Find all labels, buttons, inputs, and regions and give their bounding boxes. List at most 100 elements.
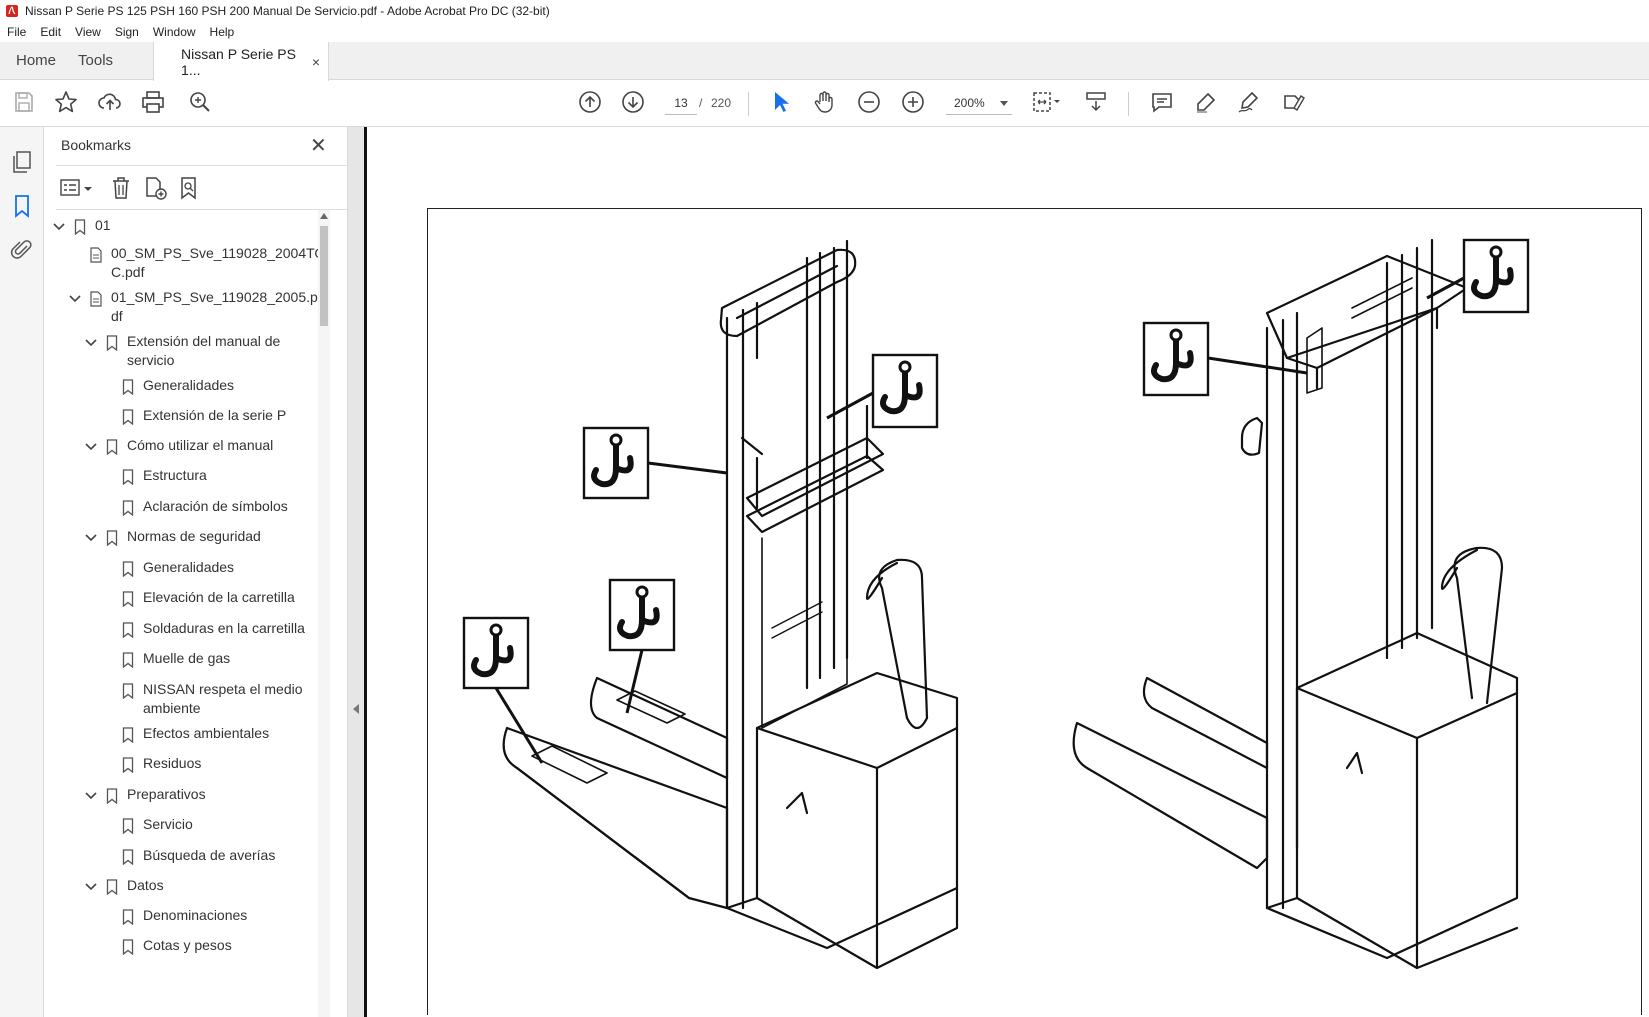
bookmark-item[interactable]: Generalidades bbox=[44, 377, 320, 402]
bookmark-item[interactable]: Residuos bbox=[44, 754, 320, 780]
bookmark-label-line: Generalidades bbox=[143, 559, 235, 575]
tab-home[interactable]: Home bbox=[0, 42, 72, 79]
tab-document[interactable]: Nissan P Serie PS 1... × bbox=[153, 42, 330, 81]
bookmark-icon bbox=[122, 909, 134, 925]
scroll-mode-icon[interactable] bbox=[1083, 89, 1109, 115]
page-number-input[interactable]: 13 bbox=[665, 91, 697, 115]
bookmark-label-line: NISSAN respeta el medio bbox=[143, 681, 303, 697]
bookmark-item[interactable]: Denominaciones bbox=[44, 907, 320, 932]
close-icon[interactable]: ✕ bbox=[310, 133, 327, 158]
bookmark-icon bbox=[106, 439, 118, 455]
page-up-icon[interactable] bbox=[577, 89, 603, 115]
upload-icon[interactable] bbox=[97, 89, 123, 115]
bookmark-item[interactable]: Búsqueda de averías bbox=[44, 847, 320, 872]
menu-help[interactable]: Help bbox=[210, 25, 235, 39]
bookmark-options-icon[interactable] bbox=[60, 177, 96, 199]
bookmark-item[interactable]: Cotas y pesos bbox=[44, 936, 320, 962]
window-title: Nissan P Serie PS 125 PSH 160 PSH 200 Ma… bbox=[25, 4, 550, 18]
divider bbox=[56, 165, 376, 166]
bookmark-item[interactable]: Extensión de la serie P bbox=[44, 407, 320, 432]
attachment-icon[interactable] bbox=[10, 238, 34, 262]
scroll-up-icon[interactable] bbox=[320, 213, 328, 219]
bookmark-item[interactable]: Generalidades bbox=[44, 559, 320, 584]
bookmark-item[interactable]: 01_SM_PS_Sve_119028_2005.p df bbox=[44, 289, 320, 330]
scrollbar-thumb[interactable] bbox=[320, 226, 328, 326]
fill-sign-icon[interactable] bbox=[1281, 89, 1307, 115]
tab-tools[interactable]: Tools bbox=[72, 42, 129, 79]
bookmark-label: NISSAN respeta el medio ambiente bbox=[143, 680, 320, 718]
bookmark-panel-icon[interactable] bbox=[10, 194, 34, 218]
menu-file[interactable]: File bbox=[7, 25, 26, 39]
bookmark-item[interactable]: Muelle de gas bbox=[44, 650, 320, 675]
bookmark-item[interactable]: Efectos ambientales bbox=[44, 725, 320, 750]
comment-icon[interactable] bbox=[1149, 89, 1175, 115]
new-bookmark-icon[interactable] bbox=[144, 176, 168, 200]
chevron-down-icon bbox=[1000, 101, 1008, 106]
panel-splitter[interactable] bbox=[347, 127, 364, 1017]
bookmark-item[interactable]: Estructura bbox=[44, 467, 320, 492]
page-down-icon[interactable] bbox=[620, 89, 646, 115]
bookmark-icon bbox=[122, 379, 134, 395]
bookmark-item[interactable]: 00_SM_PS_Sve_119028_2004TO C.pdf bbox=[44, 245, 320, 286]
bookmark-item[interactable]: Preparativos bbox=[44, 786, 320, 811]
bookmark-icon bbox=[122, 818, 134, 834]
tab-close-icon[interactable]: × bbox=[312, 54, 320, 70]
bookmark-item[interactable]: Extensión del manual de servicio bbox=[44, 332, 320, 374]
menu-edit[interactable]: Edit bbox=[40, 25, 61, 39]
delete-bookmark-icon[interactable] bbox=[110, 176, 132, 200]
bookmark-label-line: Soldaduras en la carretilla bbox=[143, 620, 305, 636]
chevron-down-icon[interactable] bbox=[85, 532, 97, 544]
menu-window[interactable]: Window bbox=[153, 25, 196, 39]
save-icon[interactable] bbox=[11, 89, 37, 115]
chevron-down-icon[interactable] bbox=[69, 293, 81, 305]
chevron-down-icon[interactable] bbox=[85, 441, 97, 453]
sign-icon[interactable] bbox=[1236, 89, 1262, 115]
bookmark-label-line: Aclaración de símbolos bbox=[143, 498, 288, 514]
menu-view[interactable]: View bbox=[75, 25, 101, 39]
bookmark-icon bbox=[122, 591, 134, 607]
bookmark-item[interactable]: Elevación de la carretilla bbox=[44, 589, 320, 614]
bookmark-scrollbar[interactable] bbox=[318, 210, 330, 1017]
bookmark-label: Datos bbox=[127, 876, 320, 895]
highlight-icon[interactable] bbox=[1193, 89, 1219, 115]
menu-sign[interactable]: Sign bbox=[115, 25, 139, 39]
bookmark-icon bbox=[122, 622, 134, 638]
bookmark-item[interactable]: Aclaración de símbolos bbox=[44, 497, 320, 523]
fit-page-icon[interactable] bbox=[1030, 89, 1064, 115]
chevron-down-icon[interactable] bbox=[85, 337, 97, 349]
collapse-panel-icon[interactable] bbox=[353, 704, 359, 714]
pages-thumbnails-icon[interactable] bbox=[10, 150, 34, 174]
acrobat-icon bbox=[6, 5, 18, 17]
bookmark-item[interactable]: Datos bbox=[44, 876, 320, 902]
bookmark-search-icon[interactable] bbox=[178, 176, 200, 200]
search-zoom-icon[interactable] bbox=[187, 89, 213, 115]
bookmark-item[interactable]: 01 bbox=[44, 218, 320, 242]
star-icon[interactable] bbox=[53, 89, 79, 115]
bookmark-label: Aclaración de símbolos bbox=[143, 497, 320, 516]
toolbar-divider bbox=[1128, 92, 1129, 116]
title-bar: Nissan P Serie PS 125 PSH 160 PSH 200 Ma… bbox=[0, 0, 1649, 22]
select-cursor-icon[interactable] bbox=[768, 89, 794, 115]
zoom-out-icon[interactable] bbox=[856, 89, 882, 115]
chevron-down-icon[interactable] bbox=[53, 221, 65, 233]
bookmark-item[interactable]: Soldaduras en la carretilla bbox=[44, 620, 320, 645]
bookmark-icon bbox=[122, 939, 134, 955]
bookmark-label: Cotas y pesos bbox=[143, 936, 320, 955]
bookmark-label-line: Denominaciones bbox=[143, 907, 248, 923]
chevron-down-icon[interactable] bbox=[85, 790, 97, 802]
zoom-level-select[interactable]: 200% bbox=[946, 91, 1012, 115]
chevron-down-icon[interactable] bbox=[85, 881, 97, 893]
bookmark-item[interactable]: Servicio bbox=[44, 816, 320, 841]
bookmark-item[interactable]: Normas de seguridad bbox=[44, 528, 320, 553]
bookmark-label: Residuos bbox=[143, 754, 320, 773]
menu-bar: File Edit View Sign Window Help bbox=[0, 22, 1649, 42]
bookmark-icon bbox=[122, 757, 134, 773]
bookmark-item[interactable]: NISSAN respeta el medio ambiente bbox=[44, 680, 320, 722]
tab-bar: Home Tools Nissan P Serie PS 1... × bbox=[0, 42, 1649, 81]
bookmark-label: Extensión del manual de servicio bbox=[127, 332, 320, 370]
bookmark-label-line: Generalidades bbox=[143, 377, 235, 393]
print-icon[interactable] bbox=[140, 89, 166, 115]
zoom-in-icon[interactable] bbox=[900, 89, 926, 115]
hand-icon[interactable] bbox=[811, 89, 837, 115]
bookmark-item[interactable]: Cómo utilizar el manual bbox=[44, 437, 320, 462]
